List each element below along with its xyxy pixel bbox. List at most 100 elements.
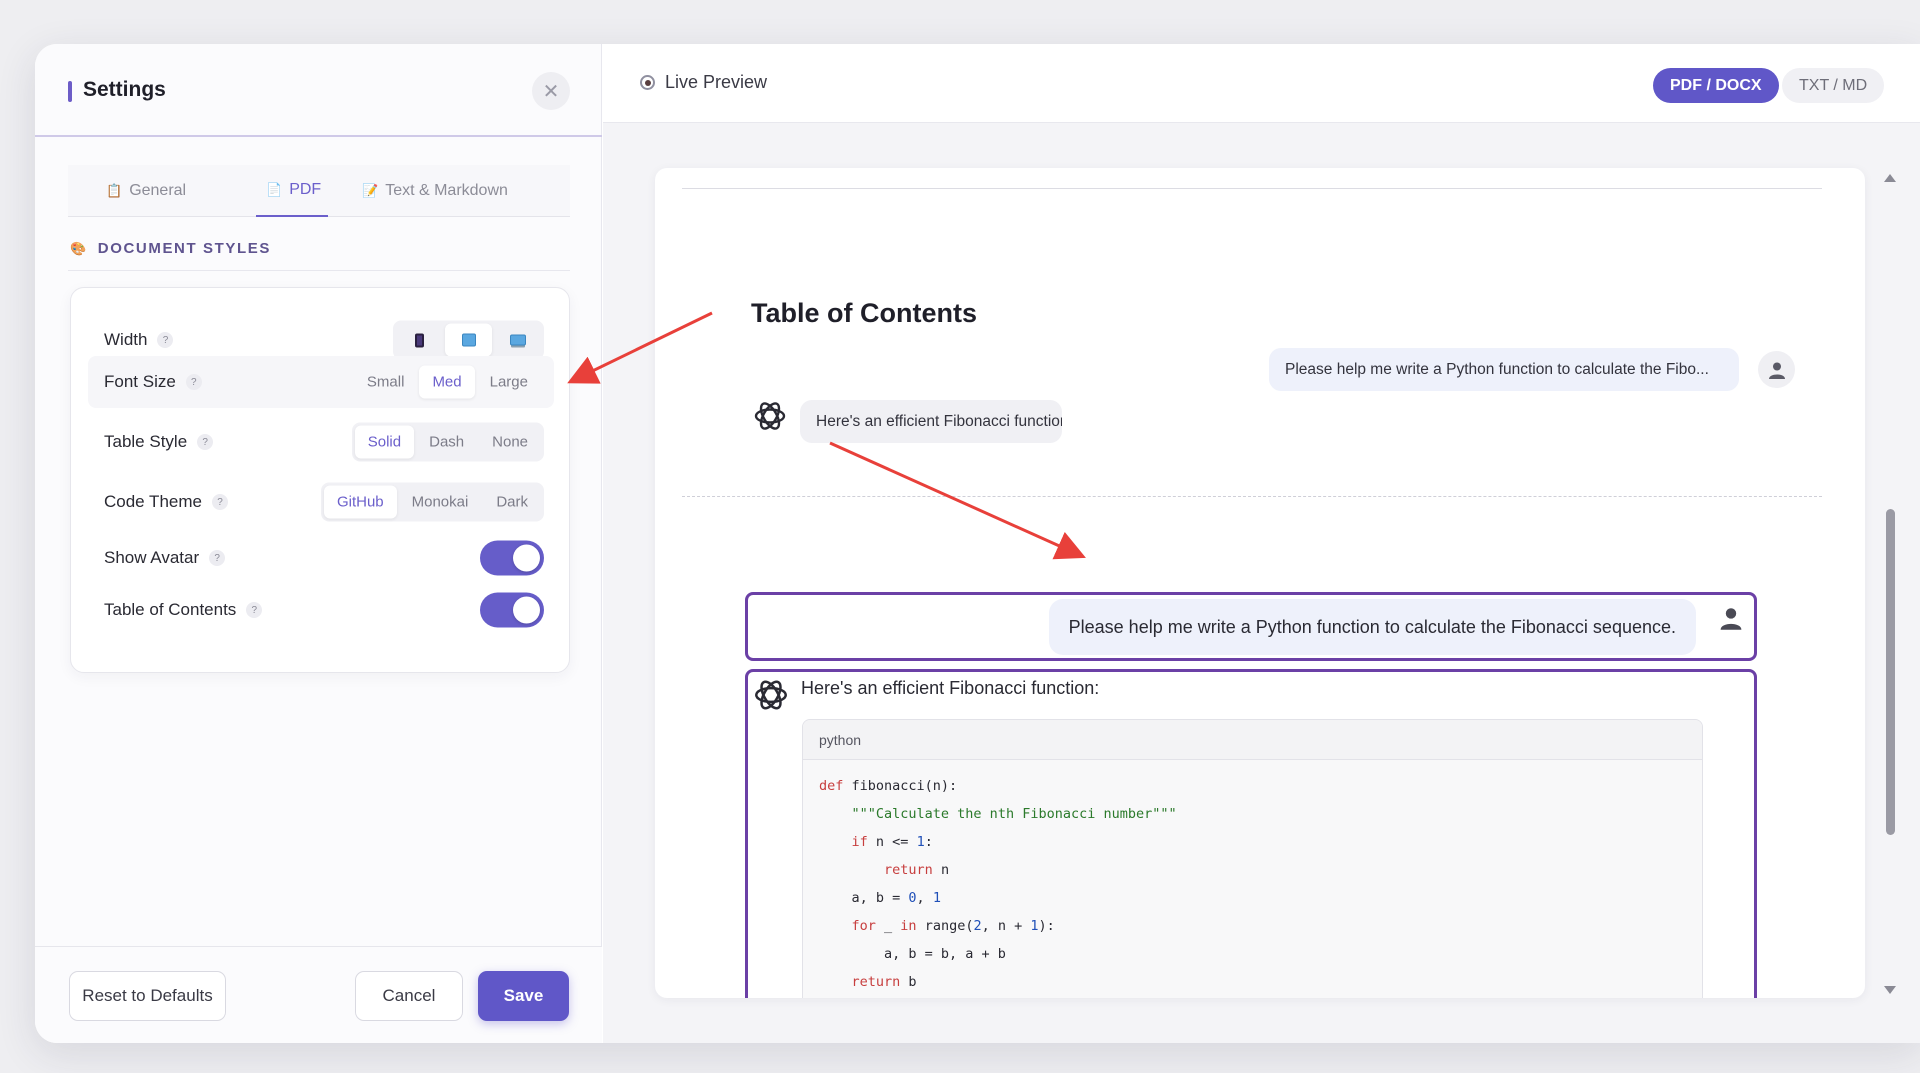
ai-message-box: Here's an efficient Fibonacci function: …	[745, 669, 1757, 998]
page-top-rule	[682, 188, 1822, 189]
section-separator	[682, 496, 1822, 497]
section-title: 🎨 DOCUMENT STYLES	[70, 240, 271, 257]
toc-user-entry[interactable]: Please help me write a Python function t…	[1269, 348, 1739, 391]
code-line: if n <= 1:	[851, 834, 933, 850]
document-styles-card: Width ? Font Size ? Small Med Large Tabl…	[70, 287, 570, 673]
toc-row: Table of Contents ?	[88, 584, 554, 636]
code-line: for _ in range(2, n + 1):	[851, 918, 1055, 934]
table-style-option-dash[interactable]: Dash	[416, 426, 477, 459]
pdf-page-icon: 📄	[266, 182, 283, 197]
width-label-wrap: Width ?	[104, 330, 174, 350]
scroll-up-arrow-icon[interactable]	[1884, 174, 1896, 182]
tab-general[interactable]: 📋 General	[106, 165, 186, 217]
width-selector	[393, 320, 544, 360]
width-label: Width	[104, 330, 148, 349]
help-icon[interactable]: ?	[246, 602, 263, 618]
tab-text-markdown-label: Text & Markdown	[385, 182, 508, 199]
code-theme-option-monokai[interactable]: Monokai	[399, 486, 482, 519]
toggle-knob	[513, 544, 540, 572]
font-size-label-wrap: Font Size ?	[104, 372, 202, 392]
toc-label-wrap: Table of Contents ?	[104, 600, 263, 620]
table-style-row: Table Style ? Solid Dash None	[88, 416, 554, 468]
close-icon: ✕	[542, 80, 560, 103]
width-option-tablet[interactable]	[445, 323, 492, 357]
font-size-option-small[interactable]: Small	[354, 366, 418, 399]
font-size-option-large[interactable]: Large	[477, 366, 541, 399]
format-pdf-docx-button[interactable]: PDF / DOCX	[1653, 68, 1779, 103]
section-title-label: DOCUMENT STYLES	[97, 240, 271, 257]
settings-modal: Settings ✕ 📋 General 📄 PDF 📝 Text & Mark…	[35, 44, 1920, 1043]
help-icon[interactable]: ?	[157, 332, 174, 348]
preview-title-label: Live Preview	[665, 72, 768, 92]
table-style-label: Table Style	[104, 432, 188, 451]
font-size-label: Font Size	[104, 372, 176, 391]
scroll-down-arrow-icon[interactable]	[1884, 986, 1896, 994]
code-theme-option-github[interactable]: GitHub	[323, 485, 397, 519]
settings-footer: Reset to Defaults Cancel Save	[35, 946, 602, 1043]
title-accent-bar	[68, 81, 72, 102]
help-icon[interactable]: ?	[185, 374, 202, 390]
code-theme-option-dark[interactable]: Dark	[483, 486, 541, 519]
desktop-icon	[509, 334, 526, 346]
show-avatar-label: Show Avatar	[104, 548, 200, 567]
toc-heading: Table of Contents	[751, 298, 977, 328]
reset-defaults-button[interactable]: Reset to Defaults	[69, 971, 226, 1021]
live-preview-panel: Live Preview PDF / DOCX TXT / MD Table o…	[603, 44, 1920, 1043]
help-icon[interactable]: ?	[211, 494, 228, 510]
tablet-icon	[461, 333, 476, 347]
close-button[interactable]: ✕	[532, 72, 570, 110]
user-avatar	[1758, 351, 1795, 388]
openai-logo-icon	[755, 680, 787, 710]
code-line: a, b = b, a + b	[819, 946, 1006, 962]
table-style-selector: Solid Dash None	[351, 422, 544, 462]
code-theme-row: Code Theme ? GitHub Monokai Dark	[88, 476, 554, 528]
toc-label: Table of Contents	[104, 600, 237, 619]
scroll-thumb[interactable]	[1886, 509, 1895, 835]
eye-icon	[640, 75, 655, 90]
code-theme-label-wrap: Code Theme ?	[104, 492, 228, 512]
code-line: """Calculate the nth Fibonacci number"""	[851, 806, 1177, 822]
tab-general-label: General	[129, 182, 187, 199]
toc-ai-entry[interactable]: Here's an efficient Fibonacci function:.…	[800, 400, 1062, 443]
width-option-phone[interactable]	[396, 324, 443, 357]
width-option-desktop[interactable]	[494, 324, 541, 357]
show-avatar-toggle[interactable]	[480, 540, 544, 576]
tab-pdf-label: PDF	[289, 181, 322, 198]
user-icon	[1720, 608, 1742, 630]
toggle-knob	[513, 596, 540, 624]
code-body: def fibonacci(n): """Calculate the nth F…	[803, 760, 1702, 998]
font-size-selector: Small Med Large	[351, 363, 544, 402]
format-txt-md-button[interactable]: TXT / MD	[1782, 68, 1885, 103]
settings-title: Settings	[83, 78, 166, 101]
cancel-button[interactable]: Cancel	[355, 971, 463, 1021]
table-style-label-wrap: Table Style ?	[104, 432, 214, 452]
code-theme-label: Code Theme	[104, 492, 202, 511]
code-line: def fibonacci(n):	[819, 778, 958, 794]
preview-scrollbar[interactable]	[1884, 174, 1896, 1004]
preview-header: Live Preview PDF / DOCX TXT / MD	[603, 44, 1920, 123]
help-icon[interactable]: ?	[209, 550, 226, 566]
help-icon[interactable]: ?	[197, 434, 214, 450]
section-divider	[68, 270, 570, 271]
settings-tabs: 📋 General 📄 PDF 📝 Text & Markdown	[68, 165, 570, 217]
preview-title: Live Preview	[640, 72, 767, 93]
table-style-option-solid[interactable]: Solid	[354, 425, 415, 459]
font-size-row: Font Size ? Small Med Large	[88, 356, 554, 408]
font-size-option-med[interactable]: Med	[419, 365, 475, 399]
preview-page: Table of Contents Please help me write a…	[655, 168, 1865, 998]
table-style-option-none[interactable]: None	[479, 426, 541, 459]
tab-pdf[interactable]: 📄 PDF	[256, 165, 328, 217]
user-message-bubble: Please help me write a Python function t…	[1048, 599, 1696, 655]
palette-icon: 🎨	[70, 240, 88, 256]
code-line: return n	[884, 862, 950, 878]
code-line: a, b = 0, 1	[819, 890, 941, 906]
settings-panel: Settings ✕ 📋 General 📄 PDF 📝 Text & Mark…	[35, 44, 602, 1043]
show-avatar-label-wrap: Show Avatar ?	[104, 548, 226, 568]
toc-toggle[interactable]	[480, 592, 544, 628]
tab-text-markdown[interactable]: 📝 Text & Markdown	[362, 165, 508, 217]
save-button[interactable]: Save	[478, 971, 569, 1021]
phone-icon	[415, 333, 424, 347]
user-icon	[1768, 362, 1785, 379]
clipboard-icon: 📋	[106, 183, 123, 198]
code-theme-selector: GitHub Monokai Dark	[320, 482, 544, 522]
